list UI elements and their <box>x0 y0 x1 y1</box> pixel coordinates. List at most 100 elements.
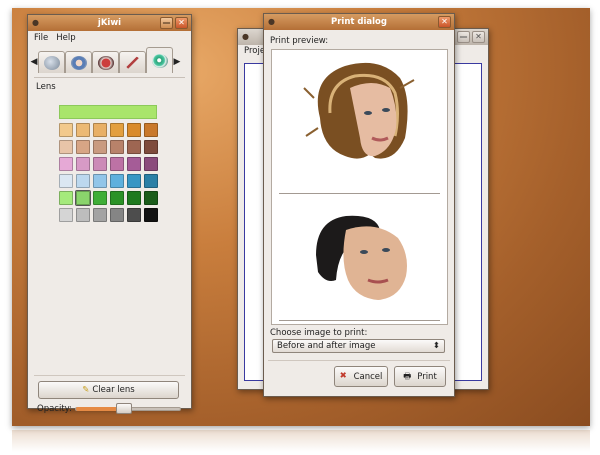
color-swatch[interactable] <box>144 157 158 171</box>
color-swatch[interactable] <box>127 174 141 188</box>
color-swatch[interactable] <box>93 157 107 171</box>
print-dialog-titlebar[interactable]: ● Print dialog ✕ <box>264 14 454 30</box>
image-select[interactable]: Before and after image ⬍ <box>272 339 445 353</box>
color-swatch[interactable] <box>59 123 73 137</box>
color-swatch[interactable] <box>127 140 141 154</box>
desktop-reflection <box>12 430 590 452</box>
color-swatch[interactable] <box>110 140 124 154</box>
kiwi-app-icon: ● <box>32 18 39 27</box>
menubar: File Help <box>28 31 191 45</box>
color-swatch[interactable] <box>110 157 124 171</box>
color-swatch[interactable] <box>144 123 158 137</box>
dialog-icon: ● <box>268 17 275 26</box>
color-swatch[interactable] <box>93 174 107 188</box>
printer-icon: 🖶 <box>403 372 412 382</box>
choose-image-label: Choose image to print: <box>270 328 368 338</box>
color-swatch[interactable] <box>110 191 124 205</box>
color-swatch[interactable] <box>127 157 141 171</box>
preview-divider-bottom <box>279 320 440 321</box>
color-swatch[interactable] <box>59 208 73 222</box>
color-swatch[interactable] <box>110 174 124 188</box>
pallet-icon <box>70 55 87 70</box>
lens-panel: Lens ✎ Clear lens Opacity: <box>34 77 185 414</box>
selected-color-bar <box>59 105 157 119</box>
divider <box>34 375 185 376</box>
color-swatch[interactable] <box>75 190 91 206</box>
color-swatch[interactable] <box>76 140 90 154</box>
panel-title: Lens <box>36 82 56 92</box>
menu-help[interactable]: Help <box>56 33 75 43</box>
tab-hair[interactable] <box>38 51 65 73</box>
app-icon: ● <box>242 32 249 41</box>
color-swatch[interactable] <box>144 191 158 205</box>
swatch-row <box>59 140 158 154</box>
color-swatch[interactable] <box>93 140 107 154</box>
color-swatch[interactable] <box>127 123 141 137</box>
clear-lens-button[interactable]: ✎ Clear lens <box>38 381 179 399</box>
color-swatch[interactable] <box>76 208 90 222</box>
print-preview-label: Print preview: <box>270 36 329 46</box>
color-swatch[interactable] <box>93 208 107 222</box>
color-swatch[interactable] <box>76 123 90 137</box>
lips-icon <box>97 55 114 70</box>
cancel-button[interactable]: ✖ Cancel <box>334 366 388 387</box>
color-swatch[interactable] <box>76 174 90 188</box>
close-button[interactable]: ✕ <box>472 31 485 43</box>
menu-file[interactable]: File <box>34 33 48 43</box>
color-swatch[interactable] <box>59 157 73 171</box>
image-select-value: Before and after image <box>277 341 376 351</box>
preview-divider-top <box>279 193 440 194</box>
print-preview <box>271 49 448 325</box>
opacity-slider-thumb[interactable] <box>115 403 132 414</box>
tab-makeup[interactable] <box>119 51 146 73</box>
color-swatch[interactable] <box>127 191 141 205</box>
color-swatch[interactable] <box>76 157 90 171</box>
print-label: Print <box>417 371 437 382</box>
updown-icon: ⬍ <box>432 341 440 351</box>
cancel-icon: ✖ <box>339 371 347 381</box>
swatch-row <box>59 190 158 206</box>
color-swatch[interactable] <box>93 123 107 137</box>
print-dialog[interactable]: ● Print dialog ✕ Print preview: Choose i… <box>263 13 455 397</box>
color-swatch[interactable] <box>127 208 141 222</box>
jkiwi-window[interactable]: ● jKiwi — ✕ File Help ◀ ▶ Lens ✎ Clear l… <box>27 14 192 414</box>
color-swatch[interactable] <box>93 191 107 205</box>
before-face-image <box>303 62 415 159</box>
swatch-row <box>59 123 158 137</box>
window-title: jKiwi <box>97 18 122 28</box>
close-button[interactable]: ✕ <box>438 16 451 28</box>
color-swatch[interactable] <box>110 123 124 137</box>
print-button[interactable]: 🖶 Print <box>394 366 446 387</box>
tool-tabs: ◀ ▶ <box>28 45 191 73</box>
color-swatch[interactable] <box>144 174 158 188</box>
color-swatch[interactable] <box>59 191 73 205</box>
project-menu-label[interactable]: Proje <box>244 46 265 56</box>
tab-scroll-left-icon[interactable]: ◀ <box>30 51 38 73</box>
hair-icon <box>43 55 60 70</box>
opacity-control: Opacity: <box>37 403 187 414</box>
color-swatch[interactable] <box>144 208 158 222</box>
color-swatch[interactable] <box>59 140 73 154</box>
color-swatch[interactable] <box>144 140 158 154</box>
after-face-image <box>316 215 407 300</box>
opacity-slider[interactable] <box>75 403 181 414</box>
brush-icon <box>124 55 141 70</box>
tab-scroll-right-icon[interactable]: ▶ <box>173 51 181 73</box>
color-swatch[interactable] <box>110 208 124 222</box>
swatch-row <box>59 208 158 222</box>
cancel-label: Cancel <box>353 371 383 382</box>
minimize-button[interactable]: — <box>457 31 470 43</box>
lens-icon <box>151 53 168 68</box>
tab-lens[interactable] <box>146 47 173 73</box>
color-swatch-grid <box>59 105 158 225</box>
minimize-button[interactable]: — <box>160 17 173 29</box>
close-button[interactable]: ✕ <box>175 17 188 29</box>
swatch-row <box>59 174 158 188</box>
tab-lips[interactable] <box>92 51 119 73</box>
dialog-title: Print dialog <box>331 17 387 27</box>
color-swatch[interactable] <box>59 174 73 188</box>
opacity-label: Opacity: <box>37 404 72 414</box>
divider <box>268 360 450 361</box>
tab-skin[interactable] <box>65 51 92 73</box>
jkiwi-titlebar[interactable]: ● jKiwi — ✕ <box>28 15 191 31</box>
